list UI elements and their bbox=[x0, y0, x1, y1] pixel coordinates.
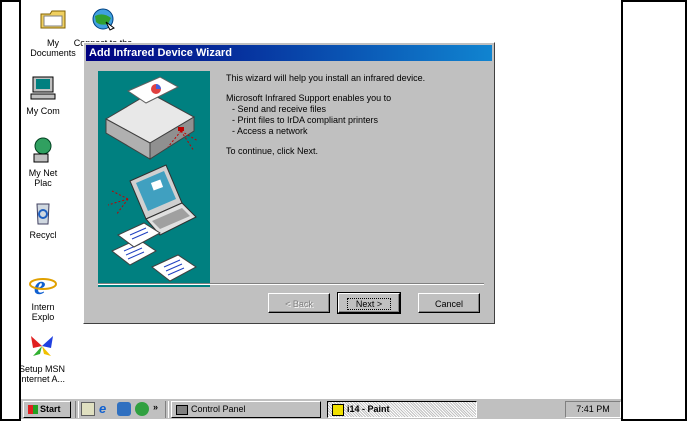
wizard-separator bbox=[98, 283, 484, 285]
taskbar-task-paint[interactable]: i14 - Paint bbox=[327, 401, 477, 418]
control-panel-icon bbox=[176, 404, 188, 415]
taskbar-divider bbox=[75, 401, 79, 418]
desktop-icon-label-line2: Plac bbox=[34, 178, 52, 188]
desktop-icon-label: Intern bbox=[31, 302, 55, 312]
document-pages-icon bbox=[111, 222, 197, 282]
wizard-continue-text: To continue, click Next. bbox=[226, 146, 319, 156]
folder-icon bbox=[38, 6, 68, 36]
printer-icon bbox=[104, 76, 196, 160]
next-button[interactable]: Next > bbox=[337, 292, 401, 314]
desktop-icon-internet-explorer[interactable]: e Intern Explo bbox=[21, 270, 73, 322]
desktop-icon-label: Setup MSN bbox=[19, 364, 66, 374]
taskbar: Start e » Control Panel i14 - Paint 7:41… bbox=[21, 398, 621, 419]
desktop-icon-label: My Net bbox=[28, 168, 58, 178]
wizard-illustration bbox=[98, 71, 210, 287]
globe-connect-icon bbox=[88, 6, 118, 36]
wizard-feature-list: - Send and receive files - Print files t… bbox=[226, 104, 486, 137]
outlook-express-icon[interactable] bbox=[117, 402, 131, 416]
taskbar-divider bbox=[165, 401, 169, 418]
paint-icon bbox=[332, 403, 344, 416]
wizard-body-text: This wizard will help you install an inf… bbox=[226, 73, 486, 166]
desktop-icon-my-computer[interactable]: My Com bbox=[21, 74, 73, 116]
desktop-icon-recycle-bin[interactable]: Recycl bbox=[21, 198, 73, 240]
wizard-feature-item: - Print files to IrDA compliant printers bbox=[232, 115, 379, 125]
wizard-feature-item: - Access a network bbox=[232, 126, 308, 136]
start-button[interactable]: Start bbox=[23, 401, 71, 418]
task-label: i14 - Paint bbox=[347, 404, 390, 414]
cancel-button[interactable]: Cancel bbox=[418, 293, 480, 313]
taskbar-task-control-panel[interactable]: Control Panel bbox=[171, 401, 321, 418]
screenshot-frame: My Documents Connect to the bbox=[0, 0, 687, 421]
wizard-title[interactable]: Add Infrared Device Wizard bbox=[86, 45, 492, 61]
wizard-feature-item: - Send and receive files bbox=[232, 104, 327, 114]
msn-butterfly-icon bbox=[27, 332, 57, 362]
frame-border-left bbox=[0, 0, 2, 421]
recycle-bin-icon bbox=[28, 198, 58, 228]
windows-logo-icon bbox=[28, 405, 38, 415]
show-desktop-icon[interactable] bbox=[81, 402, 95, 416]
desktop-icon-label: Recycl bbox=[29, 230, 57, 240]
wizard-intro-text: This wizard will help you install an inf… bbox=[226, 73, 426, 83]
desktop-icon-setup-msn[interactable]: Setup MSN Internet A... bbox=[19, 332, 79, 384]
task-label: Control Panel bbox=[191, 404, 246, 414]
computer-icon bbox=[28, 74, 58, 104]
desktop-icon-label-line2: Explo bbox=[31, 312, 55, 322]
wizard-support-heading: Microsoft Infrared Support enables you t… bbox=[226, 93, 392, 103]
system-clock[interactable]: 7:41 PM bbox=[565, 401, 621, 418]
desktop-icon-network-places[interactable]: My Net Plac bbox=[21, 136, 73, 188]
add-infrared-wizard-dialog: Add Infrared Device Wizard This wizard w… bbox=[83, 42, 495, 324]
back-button[interactable]: < Back bbox=[268, 293, 330, 313]
svg-text:e: e bbox=[34, 271, 46, 298]
channel-icon[interactable] bbox=[135, 402, 149, 416]
start-label: Start bbox=[40, 404, 61, 414]
internet-explorer-quicklaunch-icon[interactable]: e bbox=[99, 402, 113, 416]
internet-explorer-icon: e bbox=[28, 270, 58, 300]
next-button-label: Next > bbox=[346, 298, 392, 310]
desktop-icon-label-line2: Internet A... bbox=[19, 374, 66, 384]
chevron-icon[interactable]: » bbox=[153, 402, 158, 412]
desktop: My Documents Connect to the bbox=[19, 0, 623, 421]
desktop-icon-label: My Com bbox=[26, 106, 60, 116]
network-icon bbox=[28, 136, 58, 166]
